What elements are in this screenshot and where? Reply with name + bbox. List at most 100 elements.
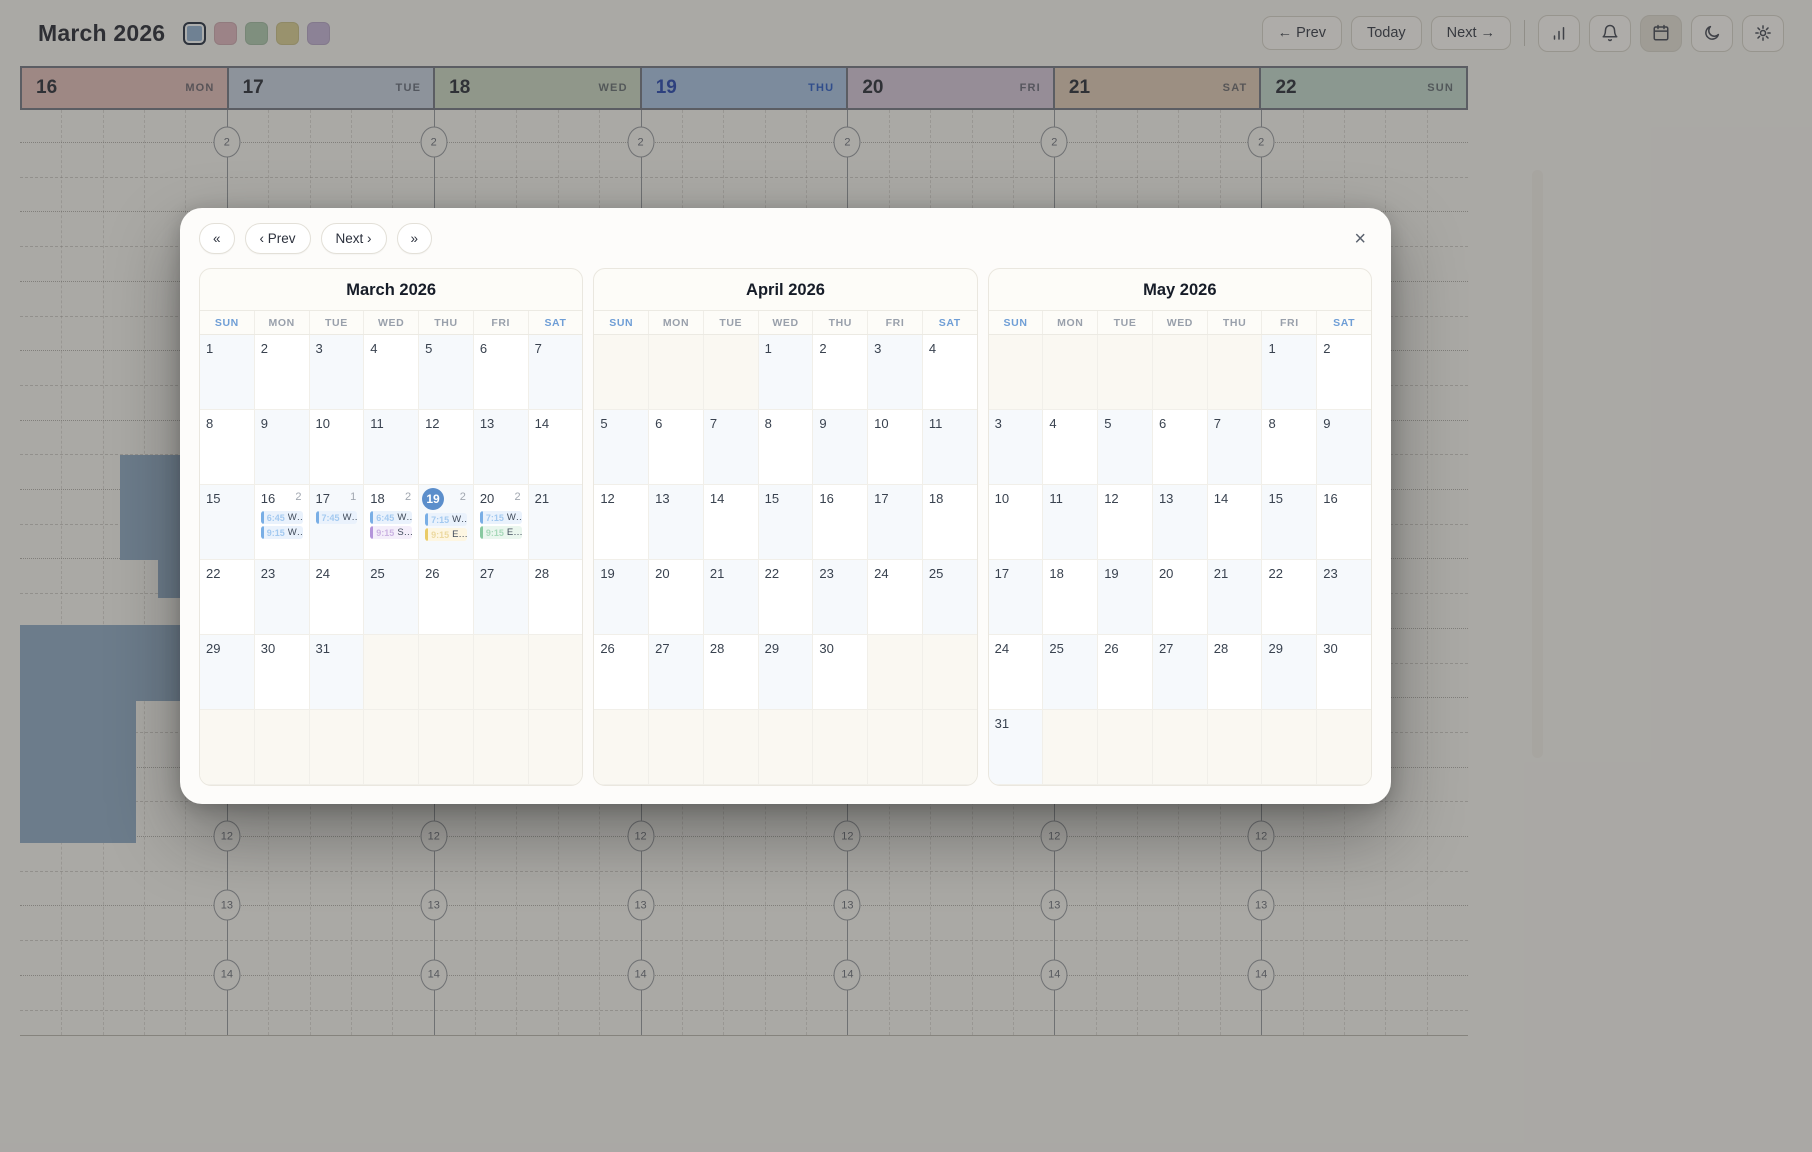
day-cell-7[interactable]: 7 (529, 335, 583, 410)
event-chip[interactable]: 9:15Exer… (480, 526, 522, 539)
day-cell-30[interactable]: 30 (813, 635, 868, 710)
day-cell-14[interactable]: 14 (529, 410, 583, 485)
day-cell-26[interactable]: 26 (419, 560, 474, 635)
day-cell-7[interactable]: 7 (704, 410, 759, 485)
day-cell-11[interactable]: 11 (364, 410, 419, 485)
day-cell-24[interactable]: 24 (989, 635, 1044, 710)
day-cell-20[interactable]: 2027:15Work9:15Exer… (474, 485, 529, 560)
event-chip[interactable]: 6:45Work (261, 511, 303, 524)
day-cell-22[interactable]: 22 (200, 560, 255, 635)
day-cell-19[interactable]: 19 (594, 560, 649, 635)
day-cell-19[interactable]: 19 (1098, 560, 1153, 635)
day-cell-8[interactable]: 8 (759, 410, 814, 485)
day-cell-6[interactable]: 6 (1153, 410, 1208, 485)
day-cell-21[interactable]: 21 (704, 560, 759, 635)
day-cell-9[interactable]: 9 (1317, 410, 1371, 485)
day-cell-22[interactable]: 22 (1262, 560, 1317, 635)
day-cell-8[interactable]: 8 (200, 410, 255, 485)
day-cell-25[interactable]: 25 (364, 560, 419, 635)
day-cell-26[interactable]: 26 (1098, 635, 1153, 710)
day-cell-2[interactable]: 2 (1317, 335, 1371, 410)
day-cell-12[interactable]: 12 (1098, 485, 1153, 560)
day-cell-1[interactable]: 1 (759, 335, 814, 410)
day-cell-1[interactable]: 1 (1262, 335, 1317, 410)
day-cell-17[interactable]: 1717:45Work (310, 485, 365, 560)
day-cell-13[interactable]: 13 (474, 410, 529, 485)
day-cell-17[interactable]: 17 (868, 485, 923, 560)
day-cell-13[interactable]: 13 (649, 485, 704, 560)
day-cell-26[interactable]: 26 (594, 635, 649, 710)
day-cell-9[interactable]: 9 (255, 410, 310, 485)
event-chip[interactable]: 7:15Work (480, 511, 522, 524)
day-cell-28[interactable]: 28 (704, 635, 759, 710)
event-chip[interactable]: 6:45Work (370, 511, 412, 524)
day-cell-28[interactable]: 28 (1208, 635, 1263, 710)
day-cell-10[interactable]: 10 (310, 410, 365, 485)
day-cell-17[interactable]: 17 (989, 560, 1044, 635)
close-icon[interactable]: × (1348, 225, 1372, 253)
day-cell-2[interactable]: 2 (255, 335, 310, 410)
day-cell-18[interactable]: 1826:45Work9:15Social (364, 485, 419, 560)
day-cell-4[interactable]: 4 (364, 335, 419, 410)
day-cell-6[interactable]: 6 (649, 410, 704, 485)
day-cell-15[interactable]: 15 (200, 485, 255, 560)
day-cell-6[interactable]: 6 (474, 335, 529, 410)
day-cell-25[interactable]: 25 (1043, 635, 1098, 710)
day-cell-3[interactable]: 3 (310, 335, 365, 410)
day-cell-30[interactable]: 30 (1317, 635, 1371, 710)
day-cell-24[interactable]: 24 (868, 560, 923, 635)
day-cell-16[interactable]: 16 (1317, 485, 1371, 560)
day-cell-20[interactable]: 20 (1153, 560, 1208, 635)
day-cell-21[interactable]: 21 (1208, 560, 1263, 635)
event-chip[interactable]: 9:15Social (370, 526, 412, 539)
day-cell-25[interactable]: 25 (923, 560, 977, 635)
event-chip[interactable]: 9:15Erra… (425, 528, 467, 541)
day-cell-9[interactable]: 9 (813, 410, 868, 485)
day-cell-31[interactable]: 31 (310, 635, 365, 710)
event-chip[interactable]: 9:15Work (261, 526, 303, 539)
day-cell-5[interactable]: 5 (594, 410, 649, 485)
day-cell-28[interactable]: 28 (529, 560, 583, 635)
day-cell-18[interactable]: 18 (1043, 560, 1098, 635)
day-cell-23[interactable]: 23 (813, 560, 868, 635)
day-cell-22[interactable]: 22 (759, 560, 814, 635)
next-month-button[interactable]: Next › (321, 223, 387, 254)
day-cell-29[interactable]: 29 (200, 635, 255, 710)
day-cell-12[interactable]: 12 (594, 485, 649, 560)
event-chip[interactable]: 7:45Work (316, 511, 358, 524)
day-cell-7[interactable]: 7 (1208, 410, 1263, 485)
prev-month-button[interactable]: ‹ Prev (245, 223, 311, 254)
day-cell-16[interactable]: 16 (813, 485, 868, 560)
day-cell-1[interactable]: 1 (200, 335, 255, 410)
day-cell-23[interactable]: 23 (1317, 560, 1371, 635)
day-cell-27[interactable]: 27 (474, 560, 529, 635)
day-cell-24[interactable]: 24 (310, 560, 365, 635)
day-cell-5[interactable]: 5 (419, 335, 474, 410)
day-cell-13[interactable]: 13 (1153, 485, 1208, 560)
day-cell-20[interactable]: 20 (649, 560, 704, 635)
day-cell-29[interactable]: 29 (759, 635, 814, 710)
day-cell-23[interactable]: 23 (255, 560, 310, 635)
day-cell-11[interactable]: 11 (1043, 485, 1098, 560)
day-cell-12[interactable]: 12 (419, 410, 474, 485)
day-cell-3[interactable]: 3 (868, 335, 923, 410)
day-cell-8[interactable]: 8 (1262, 410, 1317, 485)
day-cell-14[interactable]: 14 (704, 485, 759, 560)
day-cell-10[interactable]: 10 (868, 410, 923, 485)
day-cell-19[interactable]: 1927:15Work9:15Erra… (419, 485, 474, 560)
day-cell-5[interactable]: 5 (1098, 410, 1153, 485)
event-chip[interactable]: 7:15Work (425, 513, 467, 526)
day-cell-18[interactable]: 18 (923, 485, 977, 560)
day-cell-16[interactable]: 1626:45Work9:15Work (255, 485, 310, 560)
day-cell-14[interactable]: 14 (1208, 485, 1263, 560)
last-page-button[interactable]: » (397, 223, 433, 254)
day-cell-3[interactable]: 3 (989, 410, 1044, 485)
day-cell-4[interactable]: 4 (923, 335, 977, 410)
day-cell-2[interactable]: 2 (813, 335, 868, 410)
day-cell-30[interactable]: 30 (255, 635, 310, 710)
day-cell-15[interactable]: 15 (759, 485, 814, 560)
day-cell-27[interactable]: 27 (1153, 635, 1208, 710)
day-cell-31[interactable]: 31 (989, 710, 1044, 785)
day-cell-10[interactable]: 10 (989, 485, 1044, 560)
day-cell-29[interactable]: 29 (1262, 635, 1317, 710)
